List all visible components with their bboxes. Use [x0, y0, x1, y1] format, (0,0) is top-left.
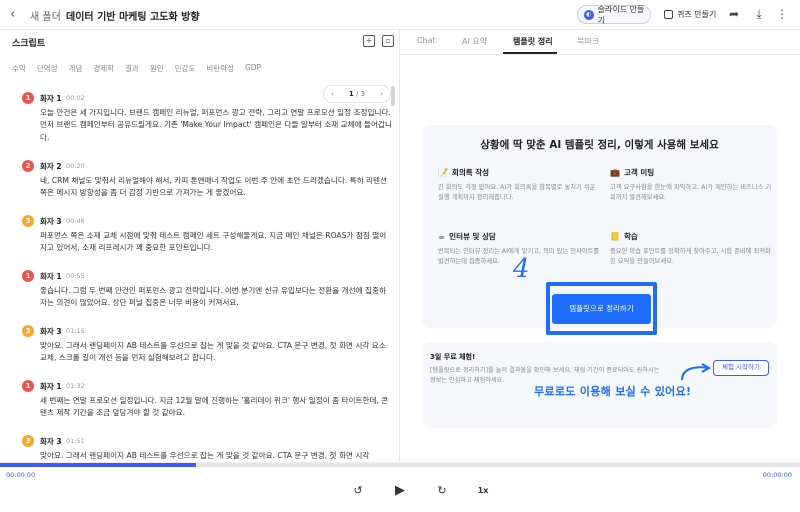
keyword-chip[interactable]: 경제학: [93, 63, 114, 74]
memo-icon: 📝: [438, 168, 448, 177]
briefcase-icon: 💼: [610, 168, 620, 177]
annotation-note: 무료로도 이용해 보실 수 있어요!: [534, 385, 692, 398]
speaker-name: 화자 3: [40, 327, 62, 336]
back-button[interactable]: ‹: [10, 7, 24, 23]
feature-study: 📒 학습 중요한 학습 포인트를 정확하게 찾아주고, 시험 준비에 최적화된 요…: [610, 231, 775, 267]
speaker-name: 화자 3: [40, 437, 62, 446]
organize-with-template-button[interactable]: 템플릿으로 정리하기: [552, 294, 651, 324]
timestamp[interactable]: 00:46: [66, 217, 85, 225]
timestamp[interactable]: 01:15: [66, 327, 85, 335]
speed-button[interactable]: 1x: [474, 483, 492, 499]
keyword-chip[interactable]: 단역성: [37, 63, 58, 74]
transcript-text: 네, CRM 채널도 맞춰서 리뉴얼해야 해서, 카피 톤앤매너 작업도 이번 …: [40, 176, 388, 198]
quiz-icon: [664, 10, 673, 19]
rewind-icon[interactable]: ↺: [350, 483, 366, 499]
tab-template[interactable]: 템플릿 정리: [513, 36, 553, 47]
download-icon[interactable]: ⤓: [751, 6, 767, 22]
keyword-chip[interactable]: 원인: [150, 63, 164, 74]
trial-title: 3일 무료 체험!: [430, 353, 476, 361]
notebook-icon: 📒: [610, 232, 620, 241]
pager-status: 1 / 3: [349, 90, 365, 98]
keyword-chip[interactable]: 결과: [125, 63, 139, 74]
tab-chat[interactable]: Chat: [417, 36, 436, 45]
top-bar: ‹ 새 폴더 / 데이터 기반 마케팅 고도화 방향 ◐ 슬라이드 만들기 퀴즈…: [0, 0, 800, 30]
transcript-text: 좋습니다. 그럼 두 번째 안건인 퍼포먼스 광고 전략입니다. 이번 분기엔 …: [40, 286, 387, 308]
tab-bookmark[interactable]: 북마크: [577, 36, 599, 47]
audio-player: 00:00:00 00:00:00 ↺ ▶ ↻ 1x: [0, 462, 800, 512]
slide-icon: ◐: [584, 9, 594, 20]
timestamp[interactable]: 00:20: [66, 162, 85, 170]
script-title: 스크립트: [12, 39, 46, 49]
keyword-chip[interactable]: 개념: [69, 63, 83, 74]
keyword-chip[interactable]: 민감도: [175, 63, 196, 74]
keyword-list: 수익 단역성 개념 경제학 결과 원인 민감도 비탄력성 GDP: [12, 63, 261, 74]
feature-client-meeting: 💼 고객 미팅 고객 요구사항을 한눈에 파악하고, AI가 제안하는 비즈니스 …: [610, 167, 775, 203]
speaker-number: 3: [22, 215, 34, 227]
speaker-number: 2: [22, 160, 34, 172]
speaker-number: 1: [22, 380, 34, 392]
pager-total: / 3: [356, 90, 366, 98]
speaker-number: 1: [22, 92, 34, 104]
speaker-name: 화자 1: [40, 382, 62, 391]
keyword-chip[interactable]: 수익: [12, 63, 26, 74]
transcript-text: 세 번째는 연말 프로모션 일정입니다. 지금 12월 말에 진행하는 '홀리데…: [40, 396, 389, 418]
transcript-text: 오늘 안건은 세 가지입니다. 브랜드 캠페인 리뉴얼, 퍼포먼스 광고 전략,…: [40, 108, 392, 142]
feature-title: 회의록 작성: [451, 168, 490, 177]
active-tab-indicator: [503, 52, 557, 54]
timestamp[interactable]: 01:32: [66, 382, 85, 390]
speaker-number: 3: [22, 325, 34, 337]
feature-title: 인터뷰 및 상담: [449, 232, 496, 241]
keyword-chip[interactable]: 비탄력성: [206, 63, 234, 74]
make-slide-button[interactable]: ◐ 슬라이드 만들기: [577, 4, 651, 25]
speaker-name: 화자 3: [40, 217, 62, 226]
step-number-annotation: 4: [513, 254, 530, 284]
make-slide-label: 슬라이드 만들기: [597, 4, 645, 25]
pager-current: 1: [348, 90, 354, 98]
script-pager: ‹ 1 / 3 ›: [323, 85, 391, 103]
breadcrumb-separator: /: [57, 8, 61, 19]
feature-title: 학습: [623, 232, 638, 241]
card-title: 상황에 딱 맞춘 AI 템플릿 정리, 이렇게 사용해 보세요: [480, 139, 719, 151]
play-icon[interactable]: ▶: [391, 483, 409, 499]
make-quiz-label: 퀴즈 만들기: [677, 10, 717, 19]
copy-icon[interactable]: ▫: [382, 35, 394, 47]
feature-desc: 중요한 학습 포인트를 정확하게 찾아주고, 시험 준비에 최적화된 요약을 만…: [610, 248, 771, 265]
bookmark-add-icon[interactable]: +: [363, 35, 375, 47]
feature-desc: 긴 회의도 걱정 없어요. AI가 회의록을 항목별로 놓치기 쉬운 실행 계획…: [438, 184, 596, 201]
feature-desc: 고객 요구사항을 한눈에 파악하고, AI가 제안하는 비즈니스 기회까지 발견…: [610, 184, 772, 201]
make-quiz-button[interactable]: 퀴즈 만들기: [660, 5, 718, 24]
tab-ai-summary[interactable]: AI 요약: [462, 36, 487, 47]
speaker-number: 1: [22, 270, 34, 282]
progress-fill: [0, 463, 196, 467]
timestamp[interactable]: 01:51: [66, 437, 85, 445]
tab-divider: [400, 54, 800, 55]
speaker-number: 3: [22, 435, 34, 447]
time-total: 00:00:00: [762, 471, 792, 479]
more-vertical-icon[interactable]: ⋮: [774, 6, 790, 22]
feature-meeting-notes: 📝 회의록 작성 긴 회의도 걱정 없어요. AI가 회의록을 항목별로 놓치기 …: [438, 167, 603, 203]
transcript-text: 퍼포먼스 쪽은 소재 교체 시점에 맞춰 테스트 캠페인 세트 구성해둘게요. …: [40, 231, 387, 253]
speaker-name: 화자 1: [40, 272, 62, 281]
pager-prev-icon[interactable]: ‹: [331, 90, 334, 98]
transcript-text: 맞아요. 그래서 랜딩페이지 AB 테스트를 우선으로 잡는 게 맞을 것 같아…: [40, 341, 386, 363]
share-icon[interactable]: ➦: [726, 6, 742, 22]
speaker-name: 화자 1: [40, 94, 62, 103]
script-panel: 스크립트 + ▫ 수익 단역성 개념 경제학 결과 원인 민감도 비탄력성 GDP ‹ 1 / …: [0, 30, 400, 462]
progress-bar[interactable]: [0, 463, 800, 467]
page-title: 데이터 기반 마케팅 고도화 방향: [66, 12, 200, 23]
timestamp[interactable]: 00:55: [66, 272, 85, 280]
scrollbar[interactable]: [391, 86, 395, 106]
time-current: 00:00:00: [6, 471, 36, 479]
coffee-icon: ☕: [438, 232, 446, 241]
speaker-name: 화자 2: [40, 162, 62, 171]
fast-forward-icon[interactable]: ↻: [434, 483, 450, 499]
start-trial-button[interactable]: 체험 시작하기: [713, 360, 769, 376]
feature-title: 고객 미팅: [623, 168, 655, 177]
timestamp[interactable]: 00:02: [66, 94, 85, 102]
curved-arrow-icon: [681, 363, 712, 381]
keyword-chip[interactable]: GDP: [245, 63, 261, 74]
pager-next-icon[interactable]: ›: [380, 90, 383, 98]
